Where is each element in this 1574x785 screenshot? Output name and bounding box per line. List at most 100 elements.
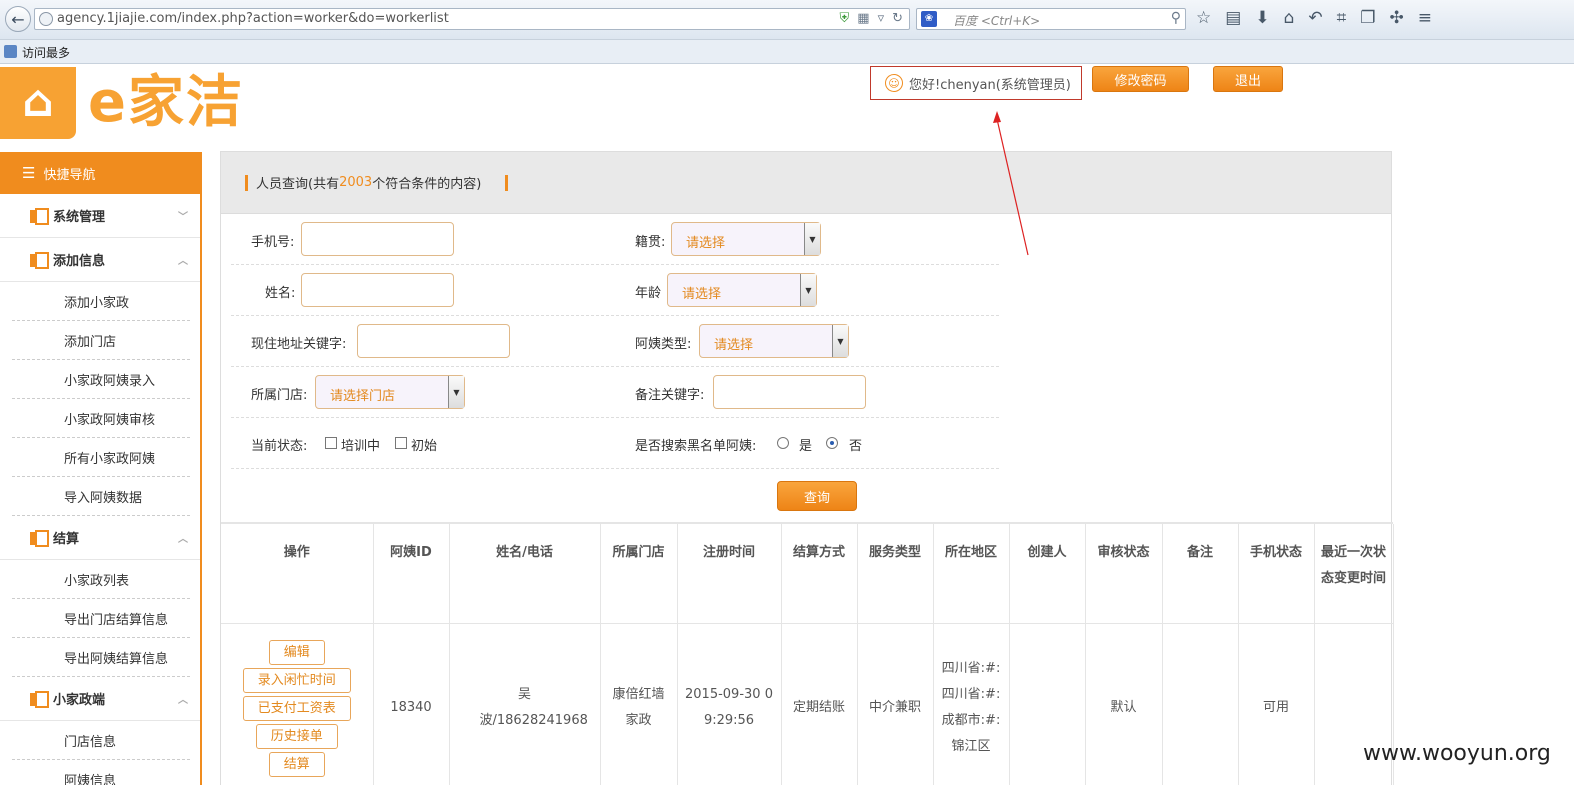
initial-checkbox[interactable] [395,437,407,449]
reading-list-icon[interactable]: ▤ [1225,8,1241,28]
col-header: 手机状态 [1238,524,1315,624]
col-header: 服务类型 [857,524,934,624]
store-select-value: 请选择门店 [330,389,396,404]
menu-icon[interactable]: ≡ [1418,8,1432,28]
book-icon [30,530,49,547]
nav-item-worker-review[interactable]: 小家政阿姨审核 [12,399,190,438]
address-input[interactable] [357,324,510,358]
blacklist-yes-label: 是 [799,439,813,454]
training-label: 培训中 [341,439,381,454]
settlement: 定期结账 [781,623,858,785]
blacklist-no-label: 否 [849,439,863,454]
url-text: agency.1jiajie.com/index.php?action=work… [57,11,449,26]
shield-icon[interactable]: ⛨ [840,11,850,26]
store-select[interactable]: 请选择门店 ▼ [315,375,465,409]
baidu-paw-icon[interactable]: ❀ [921,11,937,27]
age-select[interactable]: 请选择 ▼ [667,273,817,307]
remark [1162,623,1239,785]
nav-item-import-data[interactable]: 导入阿姨数据 [12,477,190,516]
nav-group-label: 小家政端 [53,693,106,708]
blacklist-yes-radio[interactable] [777,437,789,449]
address-bar[interactable]: agency.1jiajie.com/index.php?action=work… [34,8,910,30]
actions-cell: 编辑 录入闲忙时间 已支付工资表 历史接单 结算 [221,623,374,785]
user-icon: ☺ [885,74,903,92]
search-form: 手机号: 籍贯: 请选择 ▼ 姓名: 年龄 请选择 ▼ 现住地址关键字: 阿姨类… [221,214,1391,524]
list-icon: ☰ [22,164,36,182]
logout-button[interactable]: 退出 [1213,66,1283,92]
paid-salary-button[interactable]: 已支付工资表 [242,695,351,721]
watermark: www.wooyun.org [1363,741,1551,766]
origin-select[interactable]: 请选择 ▼ [671,222,821,256]
panel-title: 人员查询 [256,177,309,192]
search-box[interactable]: ❀ 百度 <Ctrl+K> ⚲ [916,8,1186,30]
sidebar: ☰ 快捷导航 系统管理 ﹀ 添加信息 ︿ 添加小家政 添加门店 小家政阿姨录入 … [0,152,202,785]
bookmark-most-visited[interactable]: 访问最多 [22,44,70,61]
home-icon[interactable]: ⌂ [1284,8,1295,28]
col-header: 创建人 [1009,524,1086,624]
worker-type-select[interactable]: 请选择 ▼ [699,324,849,358]
training-checkbox[interactable] [325,437,337,449]
name-phone: 吴波/18628241968 [449,623,601,785]
address-label: 现住地址关键字: [251,337,347,352]
table-row: 编辑 录入闲忙时间 已支付工资表 历史接单 结算 18340 吴波/186282… [221,623,1394,785]
phone-status: 可用 [1238,623,1315,785]
undo-icon[interactable]: ↶ [1308,8,1322,28]
globe-icon [39,12,53,26]
nav-item-worker-entry[interactable]: 小家政阿姨录入 [12,360,190,399]
blacklist-label: 是否搜索黑名单阿姨: [635,439,757,454]
worker-query-panel: 人员查询 (共有 2003 个符合条件的内容) 手机号: 籍贯: 请选择 ▼ 姓… [220,151,1394,785]
initial-label: 初始 [411,439,438,454]
order-history-button[interactable]: 历史接单 [255,723,338,749]
house-broom-icon: ⌂ [0,67,76,139]
reload-icon[interactable]: ↻ [892,11,903,26]
nav-group-housekeeping-end[interactable]: 小家政端 ︿ [0,677,200,721]
logo[interactable]: ⌂ e家洁 [0,67,280,141]
extension-icon[interactable]: ✣ [1389,8,1403,28]
phone-input[interactable] [301,222,454,256]
nav-item-store-info[interactable]: 门店信息 [12,721,190,760]
nav-item-all-workers[interactable]: 所有小家政阿姨 [12,438,190,477]
nav-group-system[interactable]: 系统管理 ﹀ [0,194,200,238]
nav-item-add-store[interactable]: 添加门店 [12,321,190,360]
star-icon[interactable]: ☆ [1196,8,1211,28]
settle-button[interactable]: 结算 [268,751,325,777]
name-input[interactable] [301,273,454,307]
col-header: 最近一次状态变更时间 [1314,524,1394,624]
quick-nav-title: 快捷导航 [43,167,96,183]
worker-id: 18340 [373,623,450,785]
page: ⌂ e家洁 ☺ 您好!chenyan(系统管理员) 修改密码 退出 ☰ 快捷导航… [0,65,1574,785]
nav-group-add-info[interactable]: 添加信息 ︿ [0,238,200,282]
query-button[interactable]: 查询 [777,481,857,511]
nav-item-housekeeping-list[interactable]: 小家政列表 [12,560,190,599]
magnifier-icon[interactable]: ⚲ [1171,10,1181,26]
name-label: 姓名: [265,286,296,301]
change-password-button[interactable]: 修改密码 [1092,66,1189,92]
blacklist-no-radio[interactable] [826,437,838,449]
quick-nav-header: ☰ 快捷导航 [0,152,200,194]
window-icon[interactable]: ❐ [1360,8,1375,28]
audit-status: 默认 [1085,623,1163,785]
store-label: 所属门店: [251,388,308,403]
qr-code-icon[interactable]: ▦ [857,11,869,26]
nav-item-worker-info[interactable]: 阿姨信息 [12,760,190,785]
panel-header: 人员查询 (共有 2003 个符合条件的内容) [221,152,1391,214]
nav-group-label: 系统管理 [53,210,106,225]
dropdown-icon[interactable]: ▿ [878,11,885,26]
browser-toolbar: ← agency.1jiajie.com/index.php?action=wo… [0,0,1574,40]
remark-label: 备注关键字: [635,388,705,403]
nav-item-export-store[interactable]: 导出门店结算信息 [12,599,190,638]
bookmark-folder-icon [4,45,17,58]
user-greeting-box: ☺ 您好!chenyan(系统管理员) [870,66,1082,100]
nav-group-settlement[interactable]: 结算 ︿ [0,516,200,560]
download-icon[interactable]: ⬇ [1255,8,1269,28]
chevron-down-icon: ▼ [832,325,848,357]
crop-icon[interactable]: ⌗ [1337,8,1347,28]
nav-item-add-housekeeping[interactable]: 添加小家政 [12,282,190,321]
chevron-up-icon: ︿ [178,256,188,267]
enter-availability-button[interactable]: 录入闲忙时间 [242,667,351,693]
age-label: 年龄 [635,286,662,301]
remark-input[interactable] [713,375,866,409]
back-arrow-icon[interactable]: ← [5,6,31,32]
edit-button[interactable]: 编辑 [268,639,325,665]
nav-item-export-worker[interactable]: 导出阿姨结算信息 [12,638,190,677]
